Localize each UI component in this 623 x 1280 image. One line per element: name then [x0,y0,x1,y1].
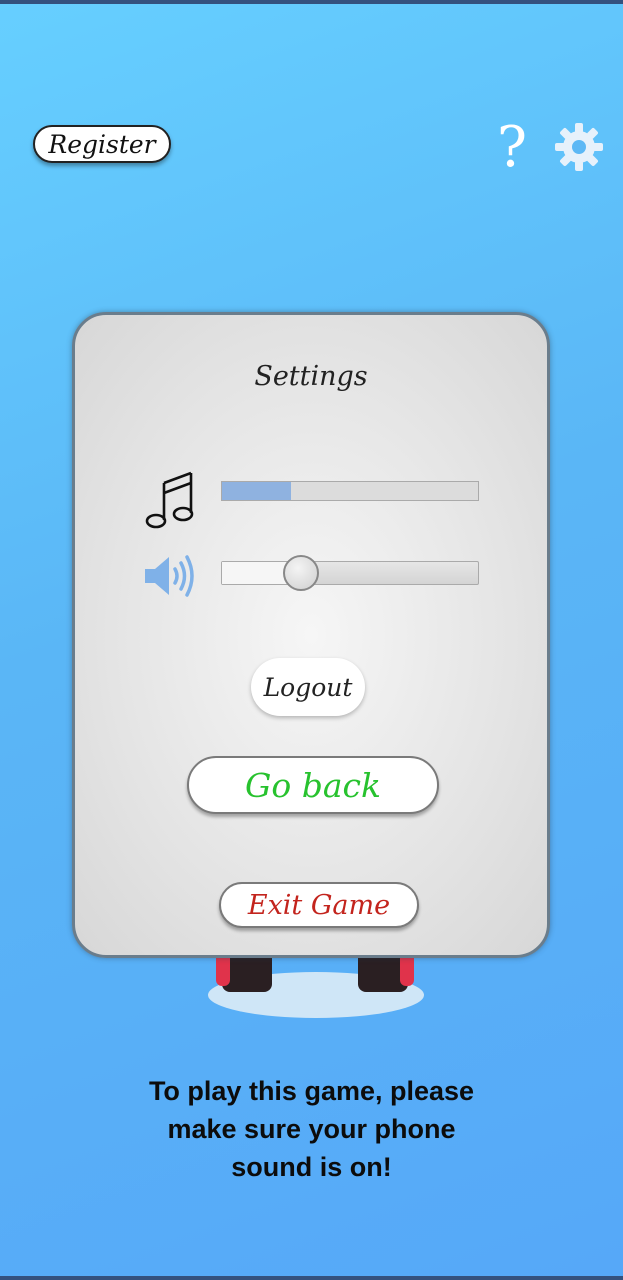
speaker-icon [145,555,194,597]
gear-icon[interactable] [554,122,604,172]
logout-button[interactable]: Logout [251,658,365,716]
sound-volume-thumb[interactable] [283,555,320,591]
go-back-button[interactable]: Go back [187,756,439,814]
bottom-border [0,1276,623,1280]
music-volume-bar[interactable] [221,481,479,501]
top-border [0,0,623,4]
sound-volume-slider[interactable] [221,555,479,591]
sound-notice-text: To play this game, please make sure your… [148,1076,475,1182]
exit-game-button[interactable]: Exit Game [219,882,419,928]
help-icon[interactable]: ? [492,116,532,180]
music-note-icon [145,471,194,529]
panel-title: Settings [254,361,368,392]
music-volume-fill [222,482,292,500]
settings-panel: Settings Logout Go back Exit Game [72,312,550,958]
register-button[interactable]: Register [33,125,171,163]
